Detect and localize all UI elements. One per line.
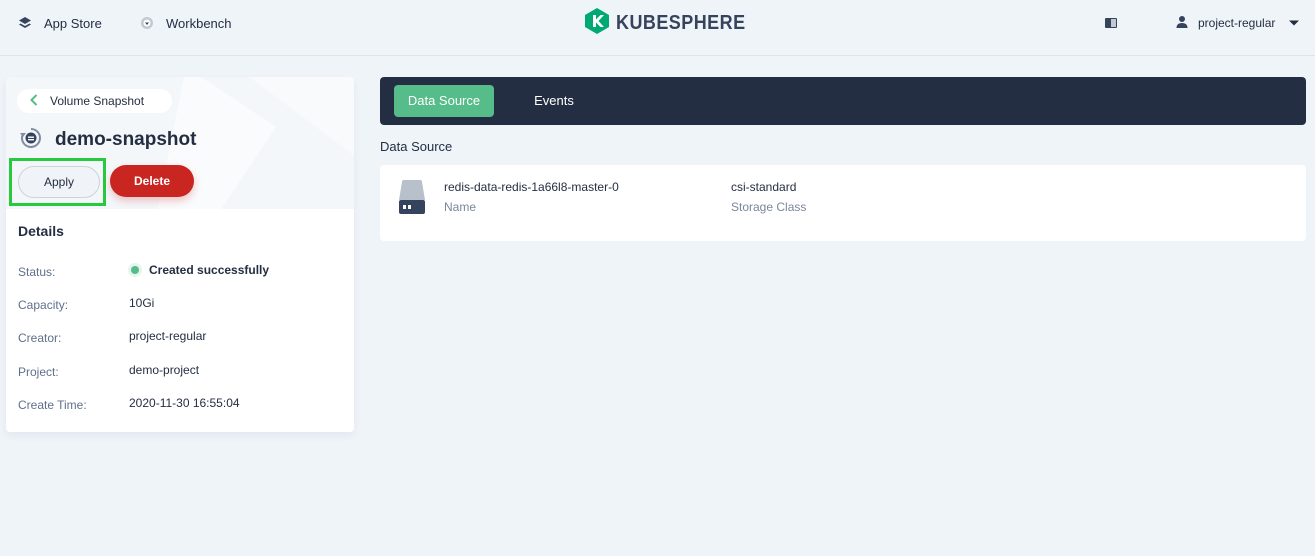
detail-label: Create Time: xyxy=(18,398,87,412)
chevron-down-icon xyxy=(1288,16,1300,30)
detail-value: demo-project xyxy=(129,363,200,377)
detail-row-capacity: Capacity: 10Gi xyxy=(18,296,338,312)
tab-events[interactable]: Events xyxy=(525,85,583,117)
nav-workbench-label: Workbench xyxy=(166,15,232,31)
user-name: project-regular xyxy=(1198,16,1276,30)
panel-header: Volume Snapshot demo-snapshot Apply Dele… xyxy=(6,77,354,209)
data-source-heading: Data Source xyxy=(380,139,453,154)
status-badge: Created successfully xyxy=(131,263,269,277)
snapshot-name: demo-snapshot xyxy=(55,129,197,150)
page-title: demo-snapshot xyxy=(19,127,196,153)
nav-app-store-label: App Store xyxy=(44,15,102,31)
tab-bar: Data Source Events xyxy=(380,77,1306,125)
user-icon xyxy=(1175,15,1189,32)
back-to-volume-snapshots[interactable]: Volume Snapshot xyxy=(17,89,172,113)
storage-class-label: Storage Class xyxy=(731,200,807,214)
top-nav-bar: App Store Workbench KUBESPHERE project-r… xyxy=(0,0,1315,56)
chevron-left-icon xyxy=(30,93,38,109)
status-value: Created successfully xyxy=(149,263,270,277)
logo-text: KUBESPHERE xyxy=(616,11,746,34)
detail-label: Project: xyxy=(18,365,59,379)
snapshot-detail-panel: Volume Snapshot demo-snapshot Apply Dele… xyxy=(6,77,354,432)
detail-label: Capacity: xyxy=(18,298,69,312)
storage-class-value: csi-standard xyxy=(731,180,797,194)
detail-value: project-regular xyxy=(129,329,207,343)
nav-app-store[interactable]: App Store xyxy=(18,14,102,32)
back-label: Volume Snapshot xyxy=(50,94,145,108)
volume-disk-icon xyxy=(398,180,426,219)
kubesphere-logo[interactable]: KUBESPHERE xyxy=(584,7,760,40)
data-source-card: redis-data-redis-1a66l8-master-0 Name cs… xyxy=(380,165,1306,241)
delete-button[interactable]: Delete xyxy=(110,165,194,197)
detail-label: Status: xyxy=(18,265,56,279)
detail-value: 2020-11-30 16:55:04 xyxy=(129,396,240,410)
app-store-icon xyxy=(18,16,32,30)
tab-data-source[interactable]: Data Source xyxy=(394,85,494,117)
user-menu[interactable]: project-regular xyxy=(1175,14,1300,32)
source-name-label: Name xyxy=(444,200,477,214)
snapshot-icon xyxy=(19,126,43,155)
status-dot-icon xyxy=(131,266,139,274)
documentation-icon[interactable] xyxy=(1104,16,1118,35)
detail-row-project: Project: demo-project xyxy=(18,363,338,379)
nav-workbench[interactable]: Workbench xyxy=(140,14,232,32)
source-volume-name[interactable]: redis-data-redis-1a66l8-master-0 xyxy=(444,180,619,194)
detail-row-creator: Creator: project-regular xyxy=(18,329,338,345)
detail-value: 10Gi xyxy=(129,296,155,310)
detail-row-status: Status: Created successfully xyxy=(18,263,338,279)
apply-button[interactable]: Apply xyxy=(18,166,100,198)
details-heading: Details xyxy=(18,223,64,239)
detail-label: Creator: xyxy=(18,331,62,345)
workbench-icon xyxy=(140,16,154,30)
kubesphere-logo-icon xyxy=(584,7,610,40)
detail-row-create-time: Create Time: 2020-11-30 16:55:04 xyxy=(18,396,338,412)
